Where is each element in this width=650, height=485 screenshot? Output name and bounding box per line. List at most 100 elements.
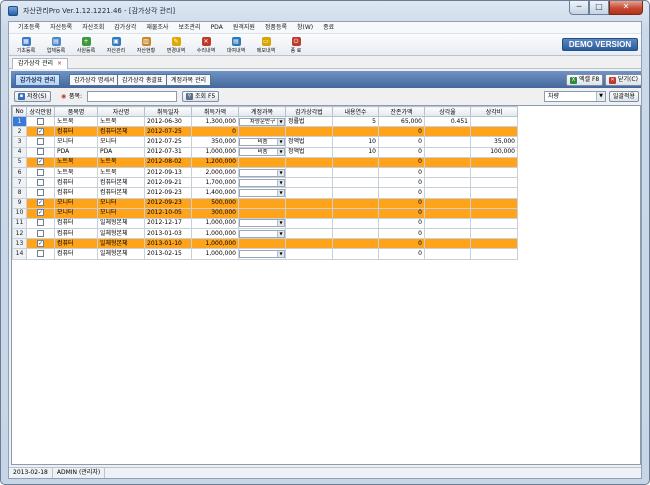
no-depreciation-checkbox[interactable]: ✓ xyxy=(37,158,44,166)
residual-value-cell[interactable]: 65,000 xyxy=(378,115,425,128)
residual-value-cell[interactable]: 0 xyxy=(378,207,425,219)
menu-item-5[interactable]: 재물조사 xyxy=(141,22,173,33)
menu-item-6[interactable]: 보조관리 xyxy=(173,22,205,33)
useful-life-cell[interactable] xyxy=(332,248,379,260)
account-cell[interactable]: 차량운반구 ▼ xyxy=(238,115,286,128)
table-row[interactable]: 2 ✓ 컴퓨터 컴퓨터본체 2012-07-25 0 0 xyxy=(12,126,518,138)
no-depreciation-checkbox[interactable] xyxy=(37,117,44,125)
no-depreciation-cell[interactable] xyxy=(26,248,55,260)
asset-name-cell[interactable]: 모니터 xyxy=(97,136,145,148)
depreciation-method-cell[interactable] xyxy=(285,228,333,240)
residual-value-cell[interactable]: 0 xyxy=(378,177,425,189)
no-depreciation-checkbox[interactable] xyxy=(37,178,44,186)
residual-value-cell[interactable]: 0 xyxy=(378,248,425,260)
asset-name-cell[interactable]: 모니터 xyxy=(97,197,145,209)
menu-item-3[interactable]: 자산조회 xyxy=(77,22,109,33)
acquired-date-cell[interactable]: 2012-06-30 xyxy=(144,115,192,128)
column-header[interactable]: 상각율 xyxy=(424,106,471,117)
depreciation-amount-cell[interactable] xyxy=(470,207,518,219)
depreciation-rate-cell[interactable] xyxy=(424,166,471,179)
column-header[interactable]: 감가상각법 xyxy=(285,106,333,117)
table-row[interactable]: 10 ✓ 모니터 모니터 2012-10-05 300,000 0 xyxy=(12,207,518,219)
asset-name-cell[interactable]: PDA xyxy=(97,146,145,158)
menu-item-7[interactable]: PDA xyxy=(206,22,228,33)
depreciation-rate-cell[interactable] xyxy=(424,228,471,240)
depreciation-rate-cell[interactable] xyxy=(424,238,471,250)
depreciation-amount-cell[interactable] xyxy=(470,156,518,168)
item-name-cell[interactable]: 컴퓨터 xyxy=(54,126,98,138)
asset-name-cell[interactable]: 모니터 xyxy=(97,207,145,219)
depreciation-amount-cell[interactable] xyxy=(470,126,518,138)
account-cell[interactable] xyxy=(238,197,286,209)
no-depreciation-checkbox[interactable]: ✓ xyxy=(37,209,44,217)
apply-all-button[interactable]: 일괄적용 xyxy=(609,91,640,102)
acquired-cost-cell[interactable]: 1,000,000 xyxy=(191,146,239,158)
excel-button[interactable]: X 엑셀 F8 xyxy=(566,74,604,86)
acquired-cost-cell[interactable]: 1,200,000 xyxy=(191,156,239,168)
menu-item-4[interactable]: 감가상각 xyxy=(109,22,141,33)
asset-name-cell[interactable]: 노트북 xyxy=(97,166,145,179)
acquired-cost-cell[interactable]: 500,000 xyxy=(191,197,239,209)
depreciation-amount-cell[interactable] xyxy=(470,248,518,260)
depreciation-method-cell[interactable] xyxy=(285,197,333,209)
acquired-date-cell[interactable]: 2012-09-21 xyxy=(144,177,192,189)
asset-name-cell[interactable]: 컴퓨터본체 xyxy=(97,177,145,189)
acquired-cost-cell[interactable]: 1,300,000 xyxy=(191,115,239,128)
account-cell[interactable]: ▼ xyxy=(238,177,286,189)
acquired-cost-cell[interactable]: 350,000 xyxy=(191,136,239,148)
document-tab[interactable]: 감가상각 관리 × xyxy=(12,58,69,69)
depreciation-rate-cell[interactable]: 0.451 xyxy=(424,115,471,128)
residual-value-cell[interactable]: 0 xyxy=(378,238,425,250)
maximize-button[interactable]: □ xyxy=(589,1,609,15)
toolbar-button-3[interactable]: + 사원등록 xyxy=(71,34,101,56)
depreciation-rate-cell[interactable] xyxy=(424,126,471,138)
item-name-cell[interactable]: 노트북 xyxy=(54,166,98,179)
table-row[interactable]: 9 ✓ 모니터 모니터 2012-09-23 500,000 0 xyxy=(12,197,518,209)
table-row[interactable]: 1 노트북 노트북 2012-06-30 1,300,000 차량운반구 ▼ 정률법 5 65,0… xyxy=(12,115,518,128)
title-bar[interactable]: 자산관리Pro Ver.1.12.1221.46 - [감가상각 관리] ─ □… xyxy=(1,1,649,21)
residual-value-cell[interactable]: 0 xyxy=(378,126,425,138)
table-row[interactable]: 12 컴퓨터 일체형본체 2013-01-03 1,000,000 ▼ 0 xyxy=(12,228,518,240)
column-header[interactable]: 자산명 xyxy=(97,106,145,117)
no-depreciation-cell[interactable] xyxy=(26,217,55,230)
close-button[interactable]: ✕ xyxy=(609,1,643,15)
no-depreciation-cell[interactable]: ✓ xyxy=(26,156,55,168)
account-select[interactable]: ▼ xyxy=(239,178,285,187)
depreciation-method-cell[interactable] xyxy=(285,248,333,260)
account-select[interactable]: 비품 ▼ xyxy=(239,137,285,146)
acquired-cost-cell[interactable]: 1,000,000 xyxy=(191,217,239,230)
column-header[interactable]: 계정과목 xyxy=(238,106,286,117)
category-select[interactable]: 차량 ▼ xyxy=(544,91,606,102)
acquired-cost-cell[interactable]: 1,400,000 xyxy=(191,187,239,199)
acquired-date-cell[interactable]: 2012-09-23 xyxy=(144,197,192,209)
toolbar-button-5[interactable]: ▥ 자산현황 xyxy=(131,34,161,56)
toolbar-button-4[interactable]: ▣ 자산관리 xyxy=(101,34,131,56)
depreciation-rate-cell[interactable] xyxy=(424,146,471,158)
menu-item-1[interactable]: 기초등록 xyxy=(13,22,45,33)
save-button[interactable]: ▪ 저장(S) xyxy=(14,91,51,102)
acquired-date-cell[interactable]: 2012-07-31 xyxy=(144,146,192,158)
useful-life-cell[interactable] xyxy=(332,166,379,179)
residual-value-cell[interactable]: 0 xyxy=(378,217,425,230)
account-select[interactable]: ▼ xyxy=(239,168,285,177)
depreciation-rate-cell[interactable] xyxy=(424,207,471,219)
depreciation-rate-cell[interactable] xyxy=(424,217,471,230)
no-depreciation-checkbox[interactable]: ✓ xyxy=(37,199,44,207)
minimize-button[interactable]: ─ xyxy=(569,1,589,15)
asset-name-cell[interactable]: 일체형본체 xyxy=(97,248,145,260)
residual-value-cell[interactable]: 0 xyxy=(378,136,425,148)
useful-life-cell[interactable]: 5 xyxy=(332,115,379,128)
account-select[interactable]: ▼ xyxy=(239,219,285,228)
menu-item-8[interactable]: 원격지원 xyxy=(228,22,260,33)
account-cell[interactable]: ▼ xyxy=(238,248,286,260)
asset-name-cell[interactable]: 노트북 xyxy=(97,115,145,128)
asset-name-cell[interactable]: 일체형본체 xyxy=(97,238,145,250)
account-cell[interactable] xyxy=(238,156,286,168)
useful-life-cell[interactable] xyxy=(332,187,379,199)
useful-life-cell[interactable] xyxy=(332,126,379,138)
asset-name-cell[interactable]: 컴퓨터본체 xyxy=(97,126,145,138)
depreciation-rate-cell[interactable] xyxy=(424,197,471,209)
toolbar-button-10[interactable]: ⏻ 종 료 xyxy=(281,34,311,56)
menu-item-11[interactable]: 종료 xyxy=(318,22,339,33)
column-header[interactable]: 상각안함 xyxy=(26,106,55,117)
